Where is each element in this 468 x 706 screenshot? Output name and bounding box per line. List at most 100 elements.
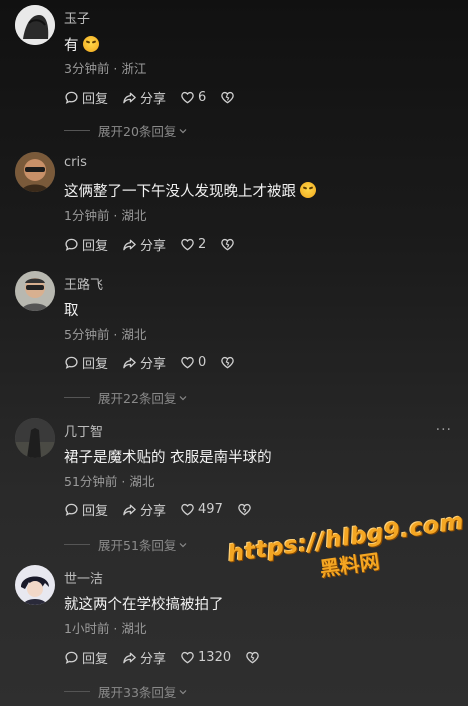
reply-button[interactable]: 回复 [64, 500, 108, 519]
comment-text-content: 有 [64, 38, 79, 54]
expand-replies-button[interactable]: 展开33条回复 [64, 682, 188, 701]
comment-text-content: 就这两个在学校搞被拍了 [64, 597, 224, 613]
comment-meta: 51分钟前 · 湖北 [64, 474, 155, 489]
avatar-photo-image [15, 152, 55, 192]
like-button[interactable]: 1320 [180, 650, 231, 665]
username[interactable]: 世一洁 [64, 568, 103, 587]
share-label: 分享 [140, 504, 167, 519]
share-label: 分享 [140, 357, 167, 372]
share-arrow-icon [123, 239, 136, 251]
comment-actions: 回复 分享 2 [64, 235, 252, 254]
divider [64, 397, 90, 398]
comment-text-content: 裙子是魔术贴的 衣服是南半球的 [64, 450, 272, 466]
comment-bubble-icon [65, 503, 78, 516]
share-button[interactable]: 分享 [122, 353, 166, 372]
avatar-anime-image [15, 565, 55, 605]
avatar[interactable] [15, 5, 55, 45]
chevron-down-icon [179, 395, 187, 400]
share-button[interactable]: 分享 [122, 88, 166, 107]
comment-text: 这俩整了一下午没人发现晚上才被跟 [64, 180, 316, 201]
chevron-down-icon [179, 542, 187, 547]
heart-icon [181, 503, 194, 516]
comment-text: 有 [64, 34, 99, 55]
avatar-sketch-image [15, 5, 55, 45]
dislike-button[interactable] [237, 502, 255, 517]
reply-label: 回复 [82, 357, 109, 372]
comment-text-content: 这俩整了一下午没人发现晚上才被跟 [64, 184, 296, 200]
dislike-heart-icon [221, 238, 235, 251]
username[interactable]: 王路飞 [64, 274, 103, 293]
dislike-button[interactable] [220, 355, 238, 370]
share-button[interactable]: 分享 [122, 500, 166, 519]
comment-text: 裙子是魔术贴的 衣服是南半球的 [64, 446, 272, 467]
share-button[interactable]: 分享 [122, 648, 166, 667]
divider [64, 130, 90, 131]
comment-actions: 回复 分享 1320 [64, 648, 277, 667]
share-label: 分享 [140, 239, 167, 254]
comment-meta: 1分钟前 · 湖北 [64, 208, 147, 223]
dislike-heart-icon [221, 356, 235, 369]
dislike-button[interactable] [220, 237, 238, 252]
comment-meta: 5分钟前 · 湖北 [64, 327, 147, 342]
watermark: https://hlbg9.com 黑料网 [226, 509, 468, 595]
avatar[interactable] [15, 152, 55, 192]
dislike-heart-icon [221, 91, 235, 104]
share-arrow-icon [123, 652, 136, 664]
avatar[interactable] [15, 271, 55, 311]
heart-icon [181, 651, 194, 664]
reply-button[interactable]: 回复 [64, 235, 108, 254]
like-button[interactable]: 0 [180, 355, 206, 370]
like-count: 0 [198, 355, 207, 370]
expand-replies-label: 展开22条回复 [98, 391, 177, 406]
more-options-button[interactable]: ··· [436, 422, 452, 438]
heart-icon [181, 238, 194, 251]
heart-icon [181, 91, 194, 104]
reply-button[interactable]: 回复 [64, 88, 108, 107]
like-count: 2 [198, 237, 207, 252]
dislike-button[interactable] [220, 90, 238, 105]
username[interactable]: 几丁智 [64, 421, 103, 440]
comment-actions: 回复 分享 6 [64, 88, 252, 107]
comment-actions: 回复 分享 0 [64, 353, 252, 372]
username[interactable]: cris [64, 155, 87, 170]
dislike-button[interactable] [245, 650, 263, 665]
reply-button[interactable]: 回复 [64, 353, 108, 372]
expand-replies-button[interactable]: 展开22条回复 [64, 388, 188, 407]
reply-button[interactable]: 回复 [64, 648, 108, 667]
share-arrow-icon [123, 92, 136, 104]
username[interactable]: 玉子 [64, 8, 90, 27]
avatar-photo-image [15, 271, 55, 311]
laugh-cry-emoji-icon [82, 36, 99, 52]
comment-actions: 回复 分享 497 [64, 500, 269, 519]
share-arrow-icon [123, 504, 136, 516]
like-button[interactable]: 497 [180, 502, 223, 517]
comment-meta: 1小时前 · 湖北 [64, 621, 147, 636]
expand-replies-label: 展开33条回复 [98, 685, 177, 700]
comment-bubble-icon [65, 238, 78, 251]
reply-label: 回复 [82, 504, 109, 519]
chevron-down-icon [179, 128, 187, 133]
avatar[interactable] [15, 565, 55, 605]
comment-bubble-icon [65, 91, 78, 104]
divider [64, 691, 90, 692]
like-button[interactable]: 6 [180, 90, 206, 105]
comment-text: 取 [64, 299, 79, 320]
comment-bubble-icon [65, 651, 78, 664]
like-count: 6 [198, 90, 207, 105]
expand-replies-label: 展开20条回复 [98, 124, 177, 139]
avatar[interactable] [15, 418, 55, 458]
reply-label: 回复 [82, 239, 109, 254]
avatar-photo-image [15, 418, 55, 458]
expand-replies-button[interactable]: 展开51条回复 [64, 535, 188, 554]
comment-text: 就这两个在学校搞被拍了 [64, 593, 224, 614]
expand-replies-button[interactable]: 展开20条回复 [64, 121, 188, 140]
reply-label: 回复 [82, 92, 109, 107]
like-count: 1320 [198, 650, 232, 665]
comment-meta: 3分钟前 · 浙江 [64, 61, 147, 76]
like-button[interactable]: 2 [180, 237, 206, 252]
share-button[interactable]: 分享 [122, 235, 166, 254]
expand-replies-label: 展开51条回复 [98, 538, 177, 553]
share-label: 分享 [140, 92, 167, 107]
chevron-down-icon [179, 689, 187, 694]
divider [64, 544, 90, 545]
